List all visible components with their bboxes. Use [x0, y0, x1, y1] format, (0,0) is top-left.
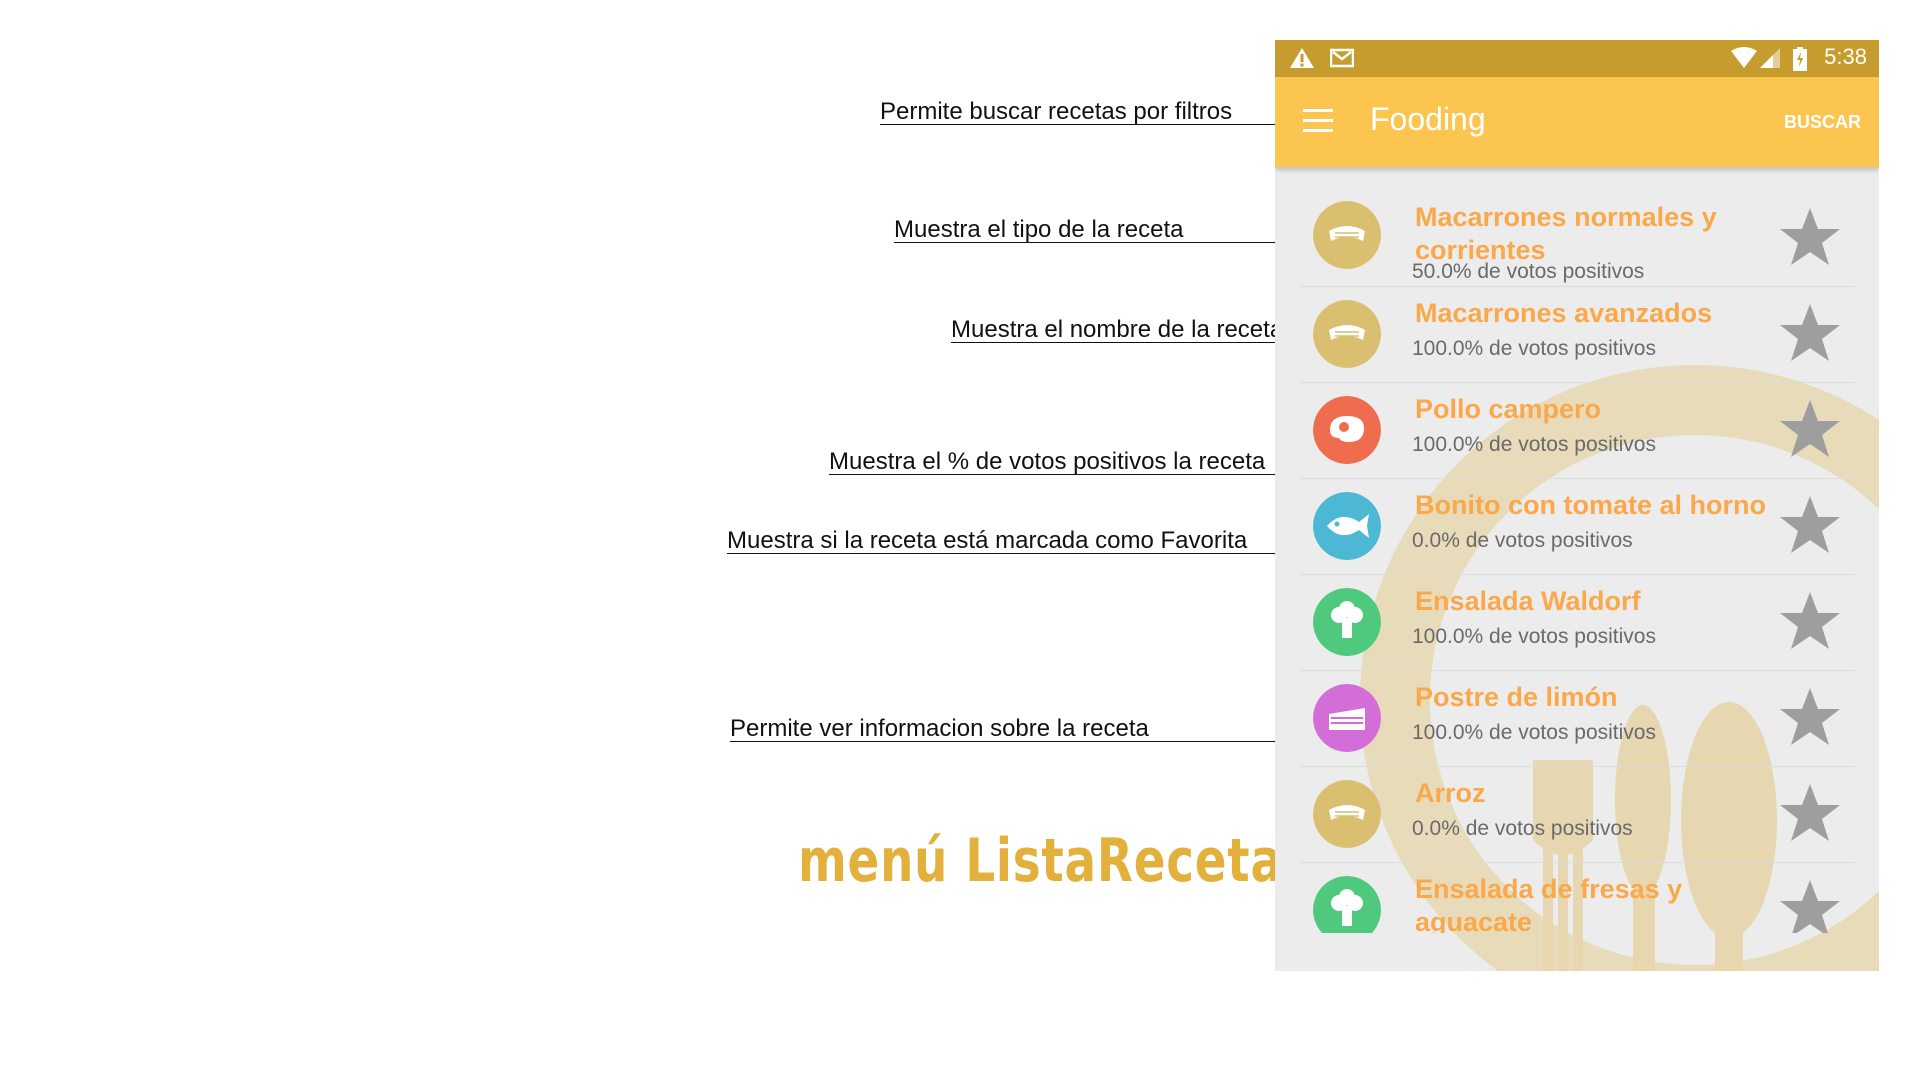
dessert-type-icon — [1313, 684, 1381, 752]
favorite-star-icon[interactable] — [1778, 205, 1842, 269]
hamburger-menu-icon[interactable] — [1303, 109, 1333, 133]
annotation-votes: Muestra el % de votos positivos la recet… — [829, 448, 1266, 475]
recipe-name: Macarrones avanzados — [1415, 298, 1713, 328]
wifi-icon — [1731, 47, 1757, 68]
recipe-votes: 50.0% de votos positivos — [1412, 260, 1645, 283]
recipe-list-item[interactable]: Ensalada Waldorf 100.0% de votos positiv… — [1300, 575, 1855, 671]
recipe-list-item[interactable]: Ensalada de fresas y aguacate — [1300, 863, 1855, 933]
search-button[interactable]: BUSCAR — [1784, 112, 1861, 133]
phone-screen: 5:38 Fooding BUSCAR Macarrones normales … — [1275, 40, 1879, 971]
pasta-type-icon — [1313, 300, 1381, 368]
annotation-info: Permite ver informacion sobre la receta — [730, 715, 1149, 742]
recipe-votes: 0.0% de votos positivos — [1412, 817, 1633, 840]
warning-icon — [1290, 48, 1314, 68]
app-title: Fooding — [1370, 101, 1486, 137]
favorite-star-icon[interactable] — [1778, 493, 1842, 557]
favorite-star-icon[interactable] — [1778, 685, 1842, 749]
annotation-line-type — [894, 242, 1324, 243]
gmail-icon — [1330, 48, 1354, 68]
recipe-list: Macarrones normales y corrientes 50.0% d… — [1300, 173, 1855, 933]
recipe-votes: 100.0% de votos positivos — [1412, 625, 1656, 648]
recipe-list-item[interactable]: Bonito con tomate al horno 0.0% de votos… — [1300, 479, 1855, 575]
recipe-list-item[interactable]: Macarrones avanzados 100.0% de votos pos… — [1300, 287, 1855, 383]
recipe-votes: 0.0% de votos positivos — [1412, 529, 1633, 552]
app-bar: Fooding BUSCAR — [1275, 77, 1879, 167]
recipe-votes: 100.0% de votos positivos — [1412, 337, 1656, 360]
annotation-type: Muestra el tipo de la receta — [894, 216, 1184, 243]
vegetable-type-icon — [1313, 588, 1381, 656]
recipe-name: Ensalada de fresas y aguacate — [1415, 874, 1683, 933]
pasta-type-icon — [1313, 780, 1381, 848]
battery-icon — [1793, 47, 1807, 71]
recipe-votes: 100.0% de votos positivos — [1412, 433, 1656, 456]
favorite-star-icon[interactable] — [1778, 781, 1842, 845]
annotation-search: Permite buscar recetas por filtros — [880, 98, 1233, 125]
recipe-votes: 100.0% de votos positivos — [1412, 721, 1656, 744]
fish-type-icon — [1313, 492, 1381, 560]
clock: 5:38 — [1824, 44, 1867, 69]
recipe-list-item[interactable]: Pollo campero 100.0% de votos positivos — [1300, 383, 1855, 479]
recipe-name: Bonito con tomate al horno — [1415, 490, 1766, 520]
recipe-name: Postre de limón — [1415, 682, 1618, 712]
recipe-name: Arroz — [1415, 778, 1486, 808]
annotation-favorite: Muestra si la receta está marcada como F… — [727, 527, 1248, 554]
signal-icon — [1760, 48, 1780, 68]
favorite-star-icon[interactable] — [1778, 301, 1842, 365]
favorite-star-icon[interactable] — [1778, 877, 1842, 933]
recipe-name: Macarrones normales y corrientes — [1415, 202, 1717, 265]
recipe-list-item[interactable]: Macarrones normales y corrientes 50.0% d… — [1300, 173, 1855, 287]
recipe-name: Ensalada Waldorf — [1415, 586, 1641, 616]
status-bar: 5:38 — [1275, 40, 1879, 77]
meat-type-icon — [1313, 396, 1381, 464]
recipe-name: Pollo campero — [1415, 394, 1602, 424]
favorite-star-icon[interactable] — [1778, 397, 1842, 461]
recipe-list-item[interactable]: Postre de limón 100.0% de votos positivo… — [1300, 671, 1855, 767]
annotation-line-info — [730, 741, 1288, 742]
pasta-type-icon — [1313, 201, 1381, 269]
recipe-list-item[interactable]: Arroz 0.0% de votos positivos — [1300, 767, 1855, 863]
favorite-star-icon[interactable] — [1778, 589, 1842, 653]
annotation-name: Muestra el nombre de la receta — [951, 316, 1284, 343]
vegetable-type-icon — [1313, 876, 1381, 933]
caption-title: menú ListaRecetas — [798, 826, 1312, 896]
